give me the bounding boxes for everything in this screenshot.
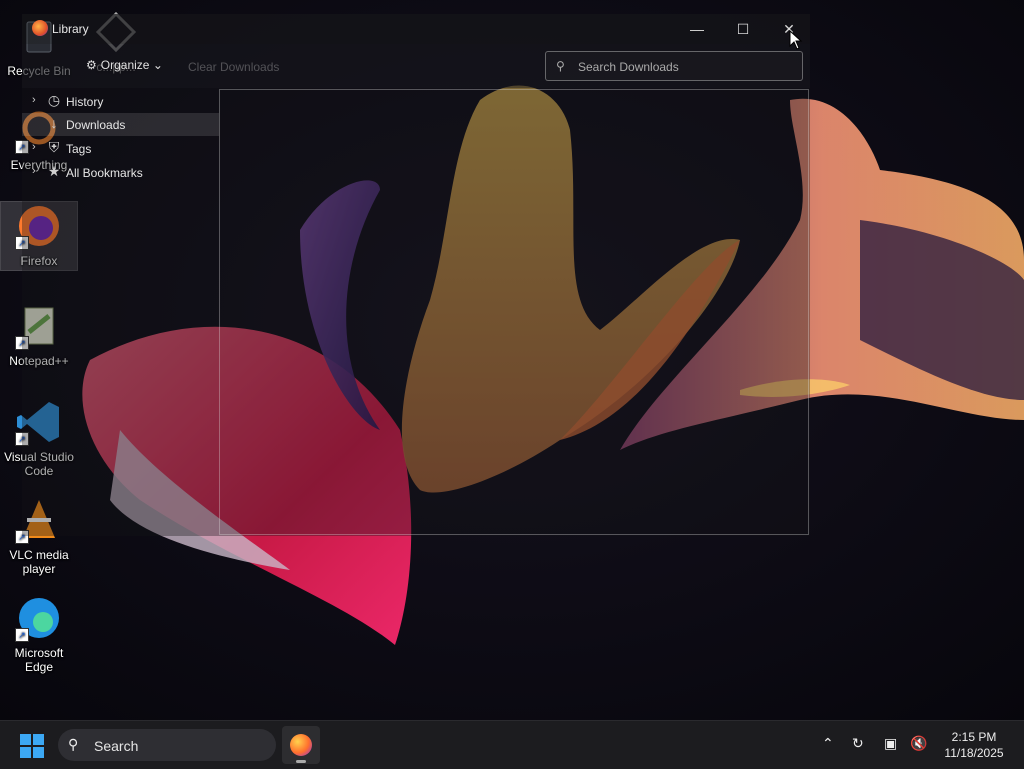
windows-logo-icon	[20, 734, 31, 745]
clock-date: 11/18/2025	[944, 746, 1004, 760]
sidebar-item-history[interactable]: › ◷ History	[22, 90, 219, 113]
firefox-icon	[290, 734, 312, 756]
gear-icon: ⚙	[86, 58, 97, 72]
sidebar-item-label: All Bookmarks	[66, 166, 143, 180]
taskbar-clock[interactable]: 2:15 PM 11/18/2025	[936, 729, 1012, 761]
organize-button[interactable]: ⚙ Organize ⌄	[86, 58, 163, 72]
volume-muted-icon[interactable]: 🔇	[910, 735, 927, 752]
library-window[interactable]: Library — ☐ ✕ ⚙ Organize ⌄ Clear Download…	[22, 14, 810, 536]
running-indicator	[296, 760, 306, 763]
taskbar-firefox-button[interactable]	[282, 726, 320, 764]
shortcut-arrow-icon: ↗	[15, 628, 29, 642]
title-bar[interactable]: Library — ☐ ✕	[22, 14, 810, 44]
chevron-right-icon[interactable]: ›	[32, 141, 36, 153]
tag-icon: ⛨	[48, 139, 60, 155]
windows-logo-pane	[20, 747, 31, 758]
library-sidebar: › ◷ History ↓ Downloads › ⛨ Tags › ★ All…	[22, 90, 219, 536]
maximize-icon: ☐	[736, 21, 750, 37]
minimize-icon: —	[690, 21, 704, 37]
library-toolbar: ⚙ Organize ⌄ Clear Downloads ⚲	[22, 44, 810, 88]
sync-icon[interactable]: ↻	[852, 735, 864, 752]
desktop-icon-label: Microsoft Edge	[14, 646, 64, 674]
sidebar-item-downloads[interactable]: ↓ Downloads	[22, 113, 219, 136]
windows-logo-pane	[33, 747, 44, 758]
sidebar-item-label: Downloads	[66, 118, 126, 132]
downloads-list[interactable]	[219, 89, 809, 535]
display-icon[interactable]: ▣	[884, 735, 897, 752]
download-icon: ↓	[50, 115, 58, 131]
minimize-button[interactable]: —	[674, 14, 720, 44]
taskbar: ⚲ Search ⌃ ↻ ▣ 🔇 2:15 PM 11/18/2025	[0, 720, 1024, 769]
chevron-right-icon[interactable]: ›	[32, 165, 36, 177]
star-icon: ★	[47, 163, 61, 179]
chevron-right-icon[interactable]: ›	[32, 94, 36, 106]
windows-logo-pane	[33, 734, 44, 745]
clock-icon: ◷	[47, 92, 61, 108]
search-box[interactable]: ⚲	[545, 51, 803, 81]
organize-label: Organize	[100, 58, 150, 72]
chevron-down-icon: ⌄	[152, 58, 163, 72]
clock-time: 2:15 PM	[951, 730, 997, 744]
sidebar-item-label: Tags	[66, 142, 92, 156]
search-icon: ⚲	[68, 736, 79, 752]
clear-downloads-button[interactable]: Clear Downloads	[188, 60, 279, 74]
edge-icon: ↗	[15, 594, 63, 642]
taskbar-search-label: Search	[94, 738, 139, 754]
sidebar-item-label: History	[66, 95, 104, 109]
taskbar-search[interactable]: ⚲ Search	[58, 729, 276, 761]
search-icon: ⚲	[556, 59, 565, 73]
sidebar-item-tags[interactable]: › ⛨ Tags	[22, 137, 219, 160]
firefox-icon	[32, 20, 48, 36]
sidebar-item-all-bookmarks[interactable]: › ★ All Bookmarks	[22, 161, 219, 184]
desktop-icon-label: VLC media player	[9, 548, 69, 576]
maximize-button[interactable]: ☐	[720, 14, 766, 44]
search-input[interactable]	[576, 57, 800, 77]
chevron-up-icon[interactable]: ⌃	[822, 735, 834, 752]
desktop-icon-edge[interactable]: ↗ Microsoft Edge	[1, 594, 77, 674]
start-button[interactable]	[20, 734, 44, 758]
window-title: Library	[52, 22, 89, 36]
